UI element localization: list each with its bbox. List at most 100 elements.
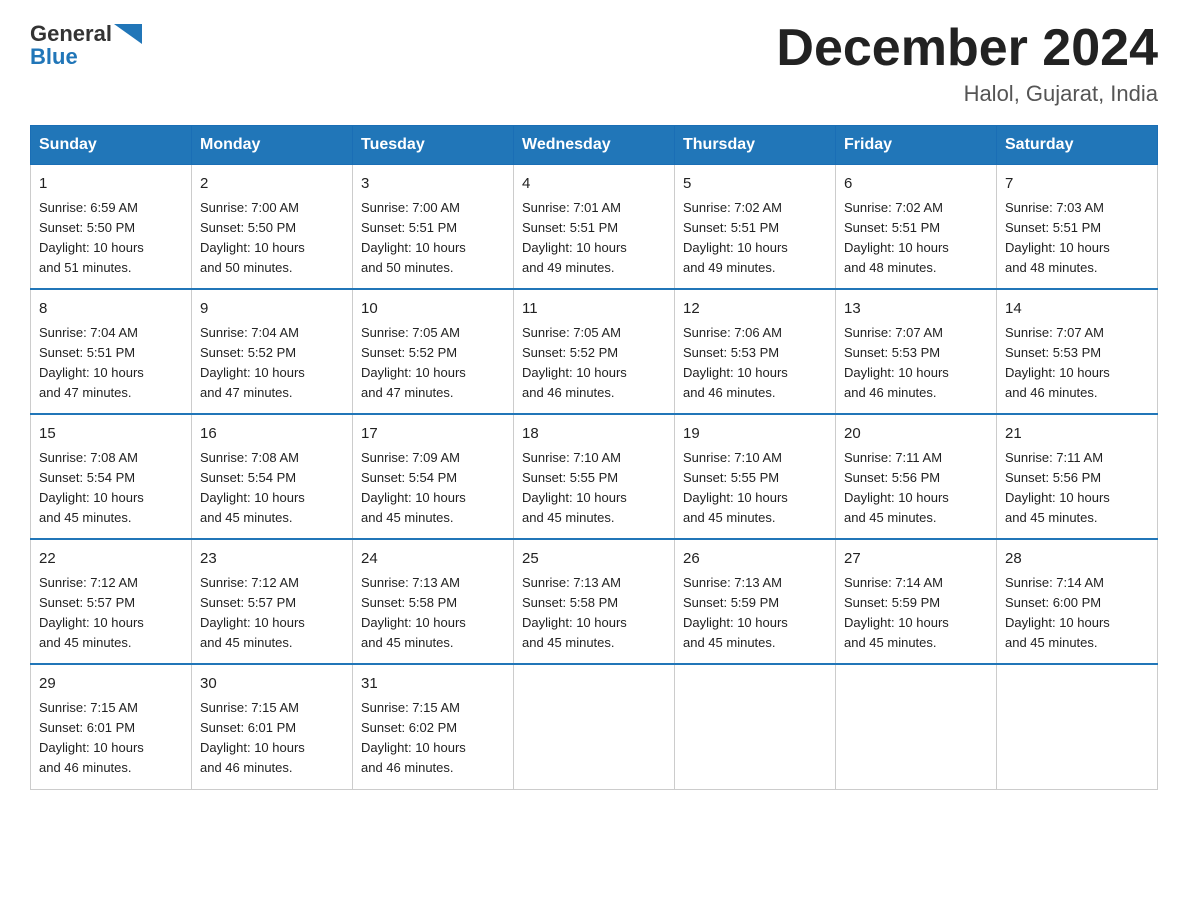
calendar-table: SundayMondayTuesdayWednesdayThursdayFrid… <box>30 125 1158 789</box>
calendar-cell <box>836 664 997 789</box>
calendar-cell: 22Sunrise: 7:12 AMSunset: 5:57 PMDayligh… <box>31 539 192 664</box>
day-info: Sunrise: 7:14 AMSunset: 6:00 PMDaylight:… <box>1005 575 1110 650</box>
day-number: 14 <box>1005 298 1149 321</box>
calendar-cell: 1 Sunrise: 6:59 AMSunset: 5:50 PMDaylight… <box>31 165 192 290</box>
day-number: 4 <box>522 173 666 196</box>
calendar-cell: 12Sunrise: 7:06 AMSunset: 5:53 PMDayligh… <box>675 289 836 414</box>
day-info: Sunrise: 7:13 AMSunset: 5:58 PMDaylight:… <box>361 575 466 650</box>
calendar-cell: 20 Sunrise: 7:11 AMSunset: 5:56 PMDayligh… <box>836 414 997 539</box>
day-number: 10 <box>361 298 505 321</box>
day-info: Sunrise: 7:15 AMSunset: 6:01 PMDaylight:… <box>200 700 305 775</box>
calendar-week-row: 1 Sunrise: 6:59 AMSunset: 5:50 PMDaylight… <box>31 165 1158 290</box>
day-info: Sunrise: 7:04 AMSunset: 5:51 PMDaylight:… <box>39 325 144 400</box>
col-header-tuesday: Tuesday <box>353 126 514 165</box>
day-number: 29 <box>39 673 183 696</box>
calendar-week-row: 29 Sunrise: 7:15 AMSunset: 6:01 PMDayligh… <box>31 664 1158 789</box>
calendar-week-row: 22 Sunrise: 7:12 AMSunset: 5:57 PMDayligh… <box>31 539 1158 664</box>
calendar-cell: 2Sunrise: 7:00 AMSunset: 5:50 PMDaylight… <box>192 165 353 290</box>
day-number: 3 <box>361 173 505 196</box>
day-number: 18 <box>522 423 666 446</box>
day-info: Sunrise: 7:14 AMSunset: 5:59 PMDaylight:… <box>844 575 949 650</box>
day-info: Sunrise: 7:13 AMSunset: 5:59 PMDaylight:… <box>683 575 788 650</box>
day-number: 31 <box>361 673 505 696</box>
day-info: Sunrise: 7:02 AMSunset: 5:51 PMDaylight:… <box>844 200 949 275</box>
day-info: Sunrise: 7:02 AMSunset: 5:51 PMDaylight:… <box>683 200 788 275</box>
day-number: 27 <box>844 548 988 571</box>
calendar-week-row: 15Sunrise: 7:08 AMSunset: 5:54 PMDayligh… <box>31 414 1158 539</box>
day-info: Sunrise: 7:03 AMSunset: 5:51 PMDaylight:… <box>1005 200 1110 275</box>
day-info: Sunrise: 7:04 AMSunset: 5:52 PMDaylight:… <box>200 325 305 400</box>
day-number: 1 <box>39 173 183 196</box>
title-area: December 2024 Halol, Gujarat, India <box>776 20 1158 107</box>
day-info: Sunrise: 7:00 AMSunset: 5:51 PMDaylight:… <box>361 200 466 275</box>
calendar-cell: 25Sunrise: 7:13 AMSunset: 5:58 PMDayligh… <box>514 539 675 664</box>
calendar-cell: 30 Sunrise: 7:15 AMSunset: 6:01 PMDayligh… <box>192 664 353 789</box>
day-number: 20 <box>844 423 988 446</box>
calendar-cell: 9Sunrise: 7:04 AMSunset: 5:52 PMDaylight… <box>192 289 353 414</box>
day-number: 5 <box>683 173 827 196</box>
day-number: 21 <box>1005 423 1149 446</box>
day-info: Sunrise: 7:01 AMSunset: 5:51 PMDaylight:… <box>522 200 627 275</box>
day-info: Sunrise: 7:05 AMSunset: 5:52 PMDaylight:… <box>361 325 466 400</box>
month-year-title: December 2024 <box>776 20 1158 77</box>
location-subtitle: Halol, Gujarat, India <box>776 81 1158 107</box>
col-header-thursday: Thursday <box>675 126 836 165</box>
day-number: 11 <box>522 298 666 321</box>
day-info: Sunrise: 7:15 AMSunset: 6:02 PMDaylight:… <box>361 700 466 775</box>
page-header: General Blue December 2024 Halol, Gujara… <box>30 20 1158 107</box>
calendar-cell: 8Sunrise: 7:04 AMSunset: 5:51 PMDaylight… <box>31 289 192 414</box>
calendar-cell: 7 Sunrise: 7:03 AMSunset: 5:51 PMDaylight… <box>997 165 1158 290</box>
day-info: Sunrise: 7:06 AMSunset: 5:53 PMDaylight:… <box>683 325 788 400</box>
logo-blue: Blue <box>30 44 78 70</box>
calendar-cell: 5 Sunrise: 7:02 AMSunset: 5:51 PMDaylight… <box>675 165 836 290</box>
day-number: 6 <box>844 173 988 196</box>
calendar-cell: 24 Sunrise: 7:13 AMSunset: 5:58 PMDayligh… <box>353 539 514 664</box>
calendar-cell: 17Sunrise: 7:09 AMSunset: 5:54 PMDayligh… <box>353 414 514 539</box>
calendar-cell: 3 Sunrise: 7:00 AMSunset: 5:51 PMDaylight… <box>353 165 514 290</box>
calendar-cell: 13Sunrise: 7:07 AMSunset: 5:53 PMDayligh… <box>836 289 997 414</box>
col-header-wednesday: Wednesday <box>514 126 675 165</box>
calendar-cell: 28Sunrise: 7:14 AMSunset: 6:00 PMDayligh… <box>997 539 1158 664</box>
day-info: Sunrise: 7:12 AMSunset: 5:57 PMDaylight:… <box>200 575 305 650</box>
day-number: 22 <box>39 548 183 571</box>
day-number: 7 <box>1005 173 1149 196</box>
day-info: Sunrise: 7:05 AMSunset: 5:52 PMDaylight:… <box>522 325 627 400</box>
calendar-cell: 4 Sunrise: 7:01 AMSunset: 5:51 PMDaylight… <box>514 165 675 290</box>
calendar-cell: 16Sunrise: 7:08 AMSunset: 5:54 PMDayligh… <box>192 414 353 539</box>
day-number: 23 <box>200 548 344 571</box>
calendar-cell: 18 Sunrise: 7:10 AMSunset: 5:55 PMDayligh… <box>514 414 675 539</box>
day-number: 19 <box>683 423 827 446</box>
day-number: 16 <box>200 423 344 446</box>
day-info: Sunrise: 7:07 AMSunset: 5:53 PMDaylight:… <box>844 325 949 400</box>
calendar-cell: 15Sunrise: 7:08 AMSunset: 5:54 PMDayligh… <box>31 414 192 539</box>
calendar-cell: 10 Sunrise: 7:05 AMSunset: 5:52 PMDayligh… <box>353 289 514 414</box>
col-header-saturday: Saturday <box>997 126 1158 165</box>
calendar-week-row: 8Sunrise: 7:04 AMSunset: 5:51 PMDaylight… <box>31 289 1158 414</box>
day-info: Sunrise: 6:59 AMSunset: 5:50 PMDaylight:… <box>39 200 144 275</box>
calendar-cell: 6 Sunrise: 7:02 AMSunset: 5:51 PMDaylight… <box>836 165 997 290</box>
day-info: Sunrise: 7:10 AMSunset: 5:55 PMDaylight:… <box>683 450 788 525</box>
calendar-cell: 23 Sunrise: 7:12 AMSunset: 5:57 PMDayligh… <box>192 539 353 664</box>
day-info: Sunrise: 7:07 AMSunset: 5:53 PMDaylight:… <box>1005 325 1110 400</box>
day-info: Sunrise: 7:11 AMSunset: 5:56 PMDaylight:… <box>1005 450 1110 525</box>
col-header-sunday: Sunday <box>31 126 192 165</box>
day-info: Sunrise: 7:10 AMSunset: 5:55 PMDaylight:… <box>522 450 627 525</box>
calendar-cell: 19 Sunrise: 7:10 AMSunset: 5:55 PMDayligh… <box>675 414 836 539</box>
calendar-header-row: SundayMondayTuesdayWednesdayThursdayFrid… <box>31 126 1158 165</box>
col-header-friday: Friday <box>836 126 997 165</box>
calendar-cell: 26Sunrise: 7:13 AMSunset: 5:59 PMDayligh… <box>675 539 836 664</box>
calendar-cell: 29 Sunrise: 7:15 AMSunset: 6:01 PMDayligh… <box>31 664 192 789</box>
day-info: Sunrise: 7:00 AMSunset: 5:50 PMDaylight:… <box>200 200 305 275</box>
calendar-cell <box>675 664 836 789</box>
day-info: Sunrise: 7:11 AMSunset: 5:56 PMDaylight:… <box>844 450 949 525</box>
logo: General Blue <box>30 20 142 70</box>
logo-triangle-icon <box>114 20 142 48</box>
calendar-cell: 27 Sunrise: 7:14 AMSunset: 5:59 PMDayligh… <box>836 539 997 664</box>
day-number: 30 <box>200 673 344 696</box>
calendar-cell: 21 Sunrise: 7:11 AMSunset: 5:56 PMDayligh… <box>997 414 1158 539</box>
day-info: Sunrise: 7:15 AMSunset: 6:01 PMDaylight:… <box>39 700 144 775</box>
day-info: Sunrise: 7:13 AMSunset: 5:58 PMDaylight:… <box>522 575 627 650</box>
day-number: 24 <box>361 548 505 571</box>
day-info: Sunrise: 7:08 AMSunset: 5:54 PMDaylight:… <box>39 450 144 525</box>
calendar-cell: 11 Sunrise: 7:05 AMSunset: 5:52 PMDayligh… <box>514 289 675 414</box>
